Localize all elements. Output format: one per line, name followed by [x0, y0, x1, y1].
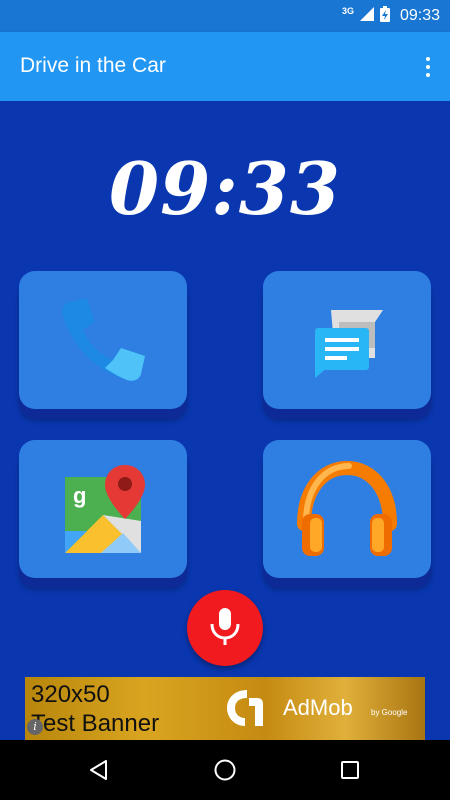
main-content: 09:33 g: [0, 101, 450, 740]
home-icon[interactable]: [210, 755, 240, 785]
ad-label-text: Test Banner: [31, 710, 160, 737]
microphone-button[interactable]: [187, 590, 263, 666]
music-tile[interactable]: [263, 440, 431, 578]
phone-icon: [55, 292, 151, 388]
app-title: Drive in the Car: [20, 54, 166, 77]
ad-size-text: 320x50: [31, 681, 110, 708]
battery-charging-icon: [379, 5, 390, 27]
google-maps-icon: g: [55, 461, 151, 557]
recents-icon[interactable]: [335, 755, 365, 785]
status-time: 09:33: [399, 7, 440, 24]
maps-tile[interactable]: g: [19, 440, 187, 578]
overflow-menu-icon[interactable]: [420, 52, 436, 82]
admob-logo-icon: [225, 688, 269, 733]
clock: 09:33: [109, 146, 341, 231]
microphone-icon: [207, 606, 243, 651]
phone-tile[interactable]: [19, 271, 187, 409]
ad-info-icon[interactable]: i: [27, 719, 43, 735]
status-icons: 3G 09:33: [342, 0, 440, 32]
network-type-label: 3G: [341, 6, 354, 16]
status-bar: 3G 09:33: [0, 0, 450, 32]
headphones-icon: [292, 454, 402, 564]
back-icon[interactable]: [84, 755, 114, 785]
app-bar: Drive in the Car: [0, 32, 450, 101]
svg-text:g: g: [73, 483, 86, 508]
messages-icon: [299, 292, 395, 388]
admob-brand: AdMob: [283, 695, 353, 720]
ad-banner[interactable]: 320x50 Test Banner i AdMob by Google: [25, 677, 425, 740]
navigation-bar: [0, 740, 450, 800]
admob-by-google: by Google: [371, 708, 408, 717]
messages-tile[interactable]: [263, 271, 431, 409]
signal-icon: [359, 6, 374, 26]
